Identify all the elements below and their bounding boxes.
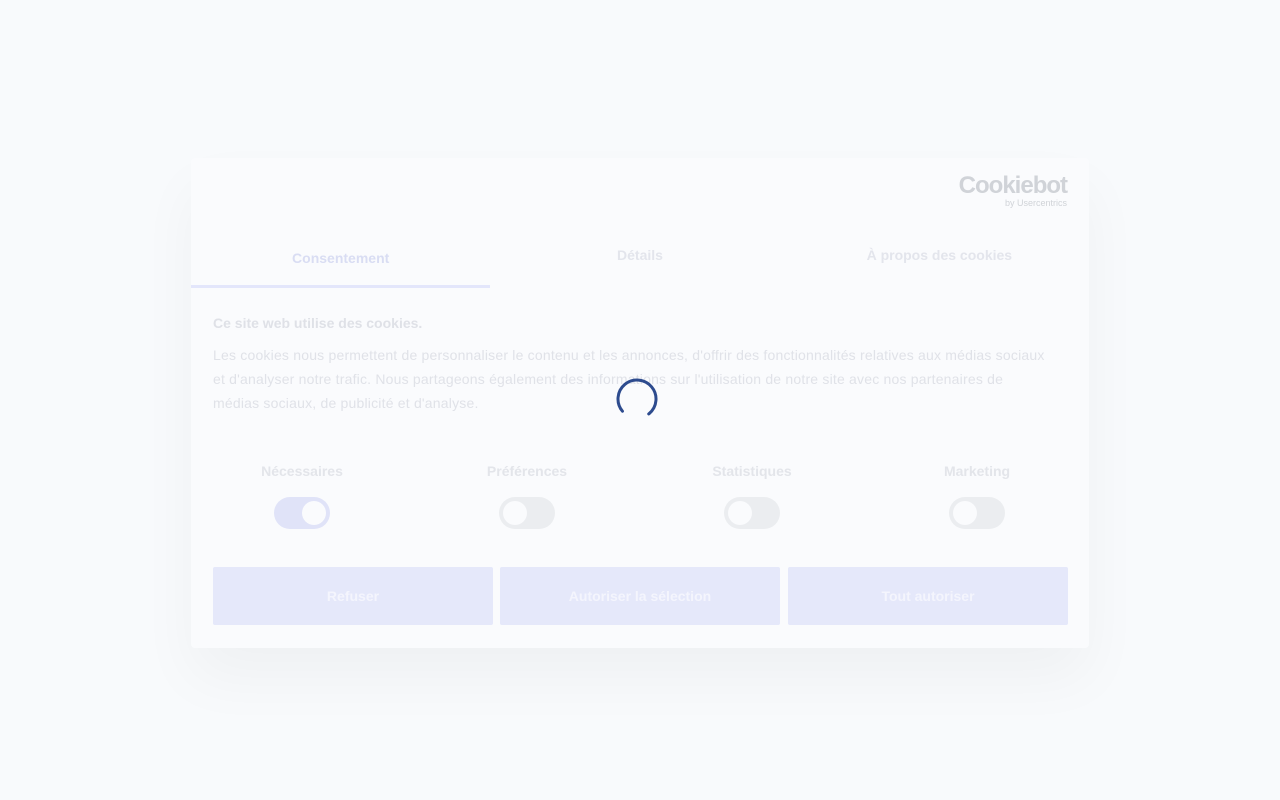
category-statistics: Statistiques xyxy=(682,463,822,529)
logo-text: Cookiebot xyxy=(958,172,1068,199)
tab-bar: Consentement Détails À propos des cookie… xyxy=(191,238,1089,288)
logo-subtext: by Usercentrics xyxy=(1004,198,1067,208)
category-necessary: Nécessaires xyxy=(232,463,372,529)
toggle-knob xyxy=(503,501,527,525)
category-toggles: Nécessaires Préférences Statistiques Mar… xyxy=(191,463,1089,533)
category-label: Préférences xyxy=(486,463,568,479)
allow-all-button[interactable]: Tout autoriser xyxy=(788,567,1068,625)
toggle-knob xyxy=(302,501,326,525)
tab-consent[interactable]: Consentement xyxy=(191,238,491,288)
category-label: Statistiques xyxy=(712,463,792,479)
cookiebot-logo: Cookiebot by Usercentrics xyxy=(958,172,1068,209)
category-label: Marketing xyxy=(943,463,1011,479)
preferences-toggle[interactable] xyxy=(499,497,555,529)
deny-button[interactable]: Refuser xyxy=(213,567,493,625)
category-preferences: Préférences xyxy=(457,463,597,529)
statistics-toggle[interactable] xyxy=(724,497,780,529)
consent-heading: Ce site web utilise des cookies. xyxy=(213,315,423,331)
toggle-knob xyxy=(728,501,752,525)
allow-selection-button[interactable]: Autoriser la sélection xyxy=(500,567,780,625)
toggle-knob xyxy=(953,501,977,525)
loading-spinner-icon xyxy=(616,378,658,420)
category-label: Nécessaires xyxy=(261,463,343,479)
tab-details[interactable]: Détails xyxy=(490,238,789,288)
necessary-toggle[interactable] xyxy=(274,497,330,529)
category-marketing: Marketing xyxy=(907,463,1047,529)
tab-about-cookies[interactable]: À propos des cookies xyxy=(790,238,1089,288)
marketing-toggle[interactable] xyxy=(949,497,1005,529)
